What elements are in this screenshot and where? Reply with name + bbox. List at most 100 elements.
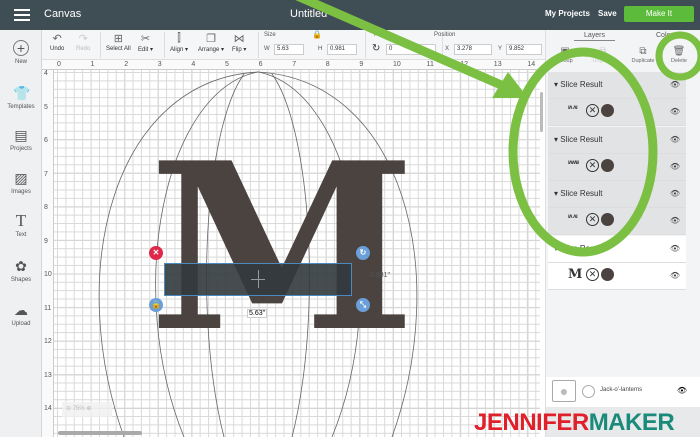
- height-input[interactable]: 0.981: [327, 44, 357, 55]
- make-it-button[interactable]: Make It: [624, 6, 694, 22]
- layer-color-swatch[interactable]: [601, 213, 614, 226]
- eye-icon[interactable]: 👁: [670, 80, 680, 89]
- layer-row[interactable]: M ✕ 👁: [548, 262, 686, 290]
- my-projects-link[interactable]: My Projects: [545, 9, 590, 18]
- project-title: Untitled: [290, 8, 328, 20]
- layer-color-swatch[interactable]: [601, 158, 614, 172]
- y-input[interactable]: 9.852: [506, 44, 542, 55]
- sidebar-item-images[interactable]: ▨ Images: [0, 170, 42, 195]
- layer-group-row[interactable]: ▾ Slice Result 👁: [548, 126, 686, 154]
- canvas-color-swatch[interactable]: [582, 385, 595, 398]
- save-button[interactable]: Save: [598, 9, 617, 18]
- design-canvas[interactable]: M ✕ 🔒 ↻ ⤡ 5.63" 0.981" ⊖ 75% ⊕: [54, 70, 540, 437]
- ruler-tick-label: 5: [44, 103, 48, 111]
- layer-group-row[interactable]: ▾ Slice Result 👁: [548, 235, 686, 263]
- eye-icon[interactable]: 👁: [670, 162, 680, 171]
- tab-color-sync[interactable]: Color Sync: [656, 32, 690, 39]
- redo-icon: ↷: [78, 33, 88, 45]
- divider: [164, 32, 165, 58]
- cut-operation-icon[interactable]: ✕: [586, 104, 599, 117]
- delete-label: Delete: [671, 58, 687, 64]
- horizontal-scrollbar[interactable]: [58, 431, 142, 435]
- sidebar-label: Text: [15, 232, 27, 238]
- group-label: Group: [557, 58, 573, 64]
- layer-color-swatch[interactable]: [601, 104, 614, 117]
- align-menu[interactable]: ⫿ Align ▾: [170, 32, 188, 53]
- sidebar-item-text[interactable]: T Text: [0, 212, 42, 238]
- delete-handle-icon[interactable]: ✕: [149, 246, 163, 260]
- blank-canvas-row[interactable]: ● Jack-o'-lanterns 👁: [546, 377, 700, 407]
- duplicate-label: Duplicate: [631, 58, 655, 64]
- sidebar-item-upload[interactable]: ☁ Upload: [0, 302, 42, 327]
- ruler-tick-label: 10: [393, 61, 401, 68]
- eye-icon[interactable]: 👁: [677, 386, 687, 395]
- sidebar-item-projects[interactable]: ▤ Projects: [0, 127, 42, 152]
- width-input[interactable]: 5.63: [274, 44, 304, 55]
- undo-button[interactable]: ↶ Undo: [50, 32, 64, 52]
- duplicate-button[interactable]: ⧉ Duplicate: [628, 46, 658, 64]
- cut-operation-icon[interactable]: ✕: [586, 213, 599, 226]
- cut-operation-icon[interactable]: ✕: [586, 158, 599, 172]
- lock-icon[interactable]: 🔒: [312, 30, 322, 39]
- arrange-menu[interactable]: ❐ Arrange ▾: [198, 32, 224, 53]
- layer-group-row[interactable]: ▾ Slice Result 👁: [548, 72, 686, 99]
- lock-handle-icon[interactable]: 🔒: [149, 298, 163, 312]
- eye-icon[interactable]: 👁: [670, 107, 680, 116]
- rotate-icon: ↻: [372, 43, 381, 54]
- layer-group-row[interactable]: ▾ Slice Result 👁: [548, 181, 686, 208]
- arrange-icon: ❐: [206, 33, 216, 45]
- sidebar-item-new[interactable]: + New: [0, 40, 42, 65]
- layer-group-name: ▾ Slice Result: [554, 80, 603, 89]
- flip-menu[interactable]: ⋈ Flip ▾: [232, 32, 246, 53]
- rotate-handle-icon[interactable]: ↻: [356, 246, 370, 260]
- watermark-logo: JENNIFERMAKER: [474, 410, 675, 436]
- tab-layers[interactable]: Layers: [574, 32, 616, 41]
- resize-handle-icon[interactable]: ⤡: [356, 298, 370, 312]
- ruler-tick-label: 5: [225, 61, 229, 68]
- sidebar-label: Templates: [7, 104, 35, 110]
- align-label: Align ▾: [170, 47, 189, 53]
- ruler-tick-label: 9: [359, 61, 364, 68]
- arrange-label: Arrange ▾: [198, 47, 225, 53]
- layer-row[interactable]: ıʌ ʌı ✕ 👁: [548, 99, 686, 126]
- hamburger-menu-icon[interactable]: [14, 9, 30, 21]
- layer-group-name: ▾ Slice Result: [554, 134, 603, 144]
- ruler-tick-label: 11: [44, 304, 52, 312]
- blank-canvas-label: Jack-o'-lanterns: [600, 387, 643, 393]
- layer-row[interactable]: ıʌʍıı ✕ 👁: [548, 153, 686, 181]
- sidebar-label: Projects: [10, 146, 32, 152]
- layer-row[interactable]: ıʌ ʌı ✕ 👁: [548, 208, 686, 235]
- delete-button[interactable]: 🗑 Delete: [664, 46, 694, 64]
- layers-scrollbar[interactable]: [540, 92, 543, 132]
- eye-icon[interactable]: 👁: [670, 189, 680, 198]
- ruler-tick-label: 9: [44, 237, 48, 245]
- zoom-control[interactable]: ⊖ 75% ⊕: [62, 402, 112, 417]
- ruler-tick-label: 7: [44, 170, 48, 178]
- sidebar-label: Images: [11, 189, 31, 195]
- sidebar-item-shapes[interactable]: ✿ Shapes: [0, 258, 42, 283]
- select-all-label: Select All: [106, 46, 131, 52]
- tshirt-icon: 👕: [13, 85, 31, 101]
- ungroup-label: Ungroup: [592, 58, 614, 64]
- edit-menu[interactable]: ✂ Edit ▾: [138, 32, 153, 53]
- rotate-input[interactable]: 0: [386, 44, 436, 55]
- eye-icon[interactable]: 👁: [670, 216, 680, 225]
- ruler-tick-label: 11: [426, 61, 434, 68]
- eye-icon[interactable]: 👁: [670, 271, 680, 280]
- cut-operation-icon[interactable]: ✕: [586, 267, 599, 281]
- group-button[interactable]: ▣ Group: [550, 46, 580, 64]
- ungroup-button[interactable]: ⧉ Ungroup: [588, 46, 618, 64]
- letter-m[interactable]: M: [149, 133, 416, 363]
- ruler-tick-label: 1: [90, 61, 95, 68]
- redo-button[interactable]: ↷ Redo: [76, 32, 90, 52]
- eye-icon[interactable]: 👁: [670, 135, 680, 144]
- eye-icon[interactable]: 👁: [670, 244, 680, 253]
- layer-color-swatch[interactable]: [601, 267, 614, 281]
- layer-thumbnail: ıʌ ʌı: [568, 105, 578, 111]
- sidebar-item-templates[interactable]: 👕 Templates: [0, 85, 42, 110]
- x-input[interactable]: 3.278: [454, 44, 492, 55]
- ruler-tick-label: 14: [527, 61, 536, 68]
- ruler-tick-label: 6: [258, 61, 263, 68]
- select-all-button[interactable]: ⊞ Select All: [106, 32, 131, 52]
- layer-group-name: ▾ Slice Result: [554, 243, 603, 253]
